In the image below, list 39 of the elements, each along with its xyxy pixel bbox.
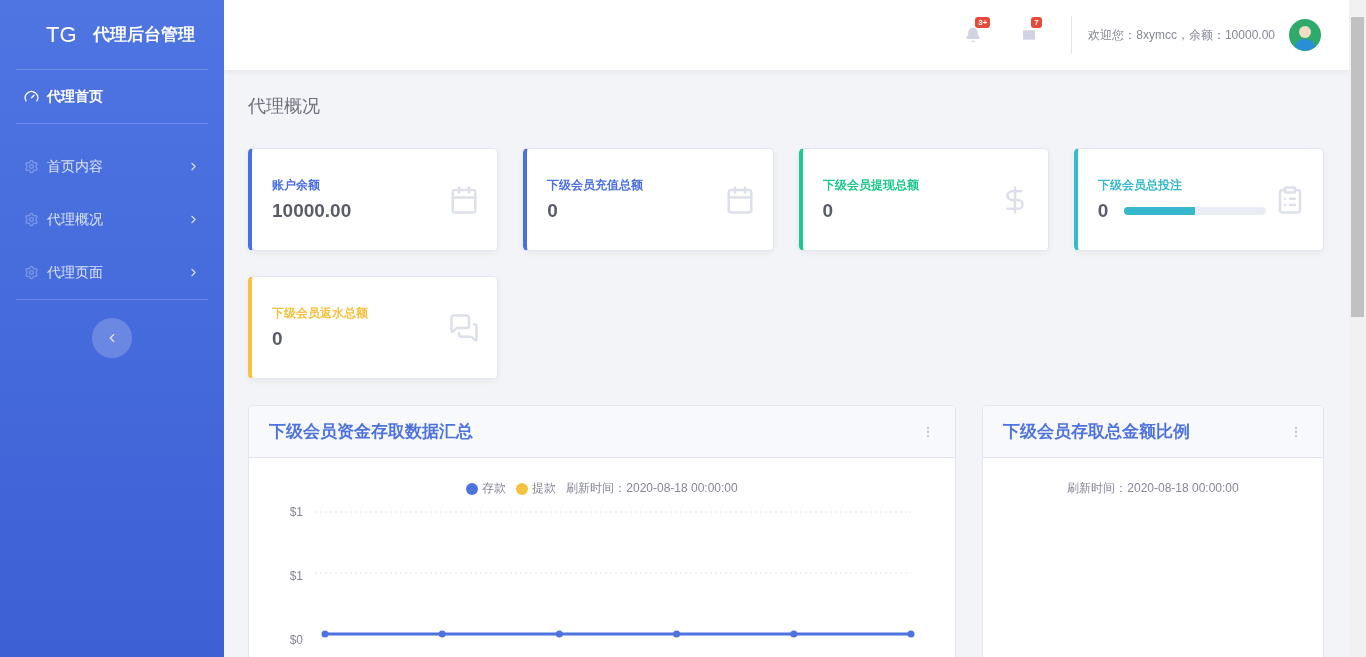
stat-value: 0 <box>1097 200 1109 222</box>
dashboard-icon <box>24 89 39 104</box>
panel-title: 下级会员存取总金额比例 <box>1003 421 1190 443</box>
notification-badge: 3+ <box>975 17 991 28</box>
gear-icon <box>24 265 39 280</box>
stat-label: 下级会员总投注 <box>1097 177 1183 194</box>
app-title: 代理后台管理 <box>92 24 195 46</box>
legend-label: 提款 <box>532 480 557 497</box>
stat-value: 0 <box>822 200 834 222</box>
gear-icon <box>24 159 39 174</box>
stat-value: 0 <box>547 200 558 222</box>
page-title: 代理概况 <box>248 95 321 118</box>
y-axis-label: $0 <box>289 633 303 647</box>
bell-icon <box>965 27 982 43</box>
stat-value: 10000.00 <box>272 200 352 222</box>
y-axis-label: $1 <box>289 505 303 519</box>
nav-item[interactable]: 代理页面 <box>8 246 216 299</box>
stat-label: 下级会员充值总额 <box>547 177 645 194</box>
nav-item[interactable]: 首页内容 <box>8 140 216 193</box>
stat-value: 0 <box>272 328 283 350</box>
refresh-time: 刷新时间：2020-08-18 00:00:00 <box>1067 480 1239 497</box>
avatar-icon[interactable] <box>1289 19 1321 51</box>
gear-icon <box>24 212 39 227</box>
chat-bubbles-icon <box>449 312 480 343</box>
nav-item[interactable]: 代理首页 <box>8 70 216 123</box>
legend-label: 存款 <box>482 480 507 497</box>
refresh-time: 刷新时间：2020-08-18 00:00:00 <box>566 480 738 497</box>
welcome-text: 欢迎您：8xymcc，余额：10000.00 <box>1088 26 1275 44</box>
message-badge: 7 <box>1031 17 1042 28</box>
stat-label: 下级会员返水总额 <box>272 305 369 322</box>
stat-label: 账户余额 <box>272 177 321 194</box>
calendar-icon <box>724 184 755 215</box>
nav-item[interactable]: 代理概况 <box>8 193 216 246</box>
logo: TG <box>46 21 77 48</box>
stat-label: 下级会员提现总额 <box>822 177 920 194</box>
envelope-icon <box>1021 27 1038 43</box>
calendar-icon <box>449 184 480 215</box>
panel-title: 下级会员资金存取数据汇总 <box>269 421 473 443</box>
y-axis-label: $1 <box>289 569 303 583</box>
